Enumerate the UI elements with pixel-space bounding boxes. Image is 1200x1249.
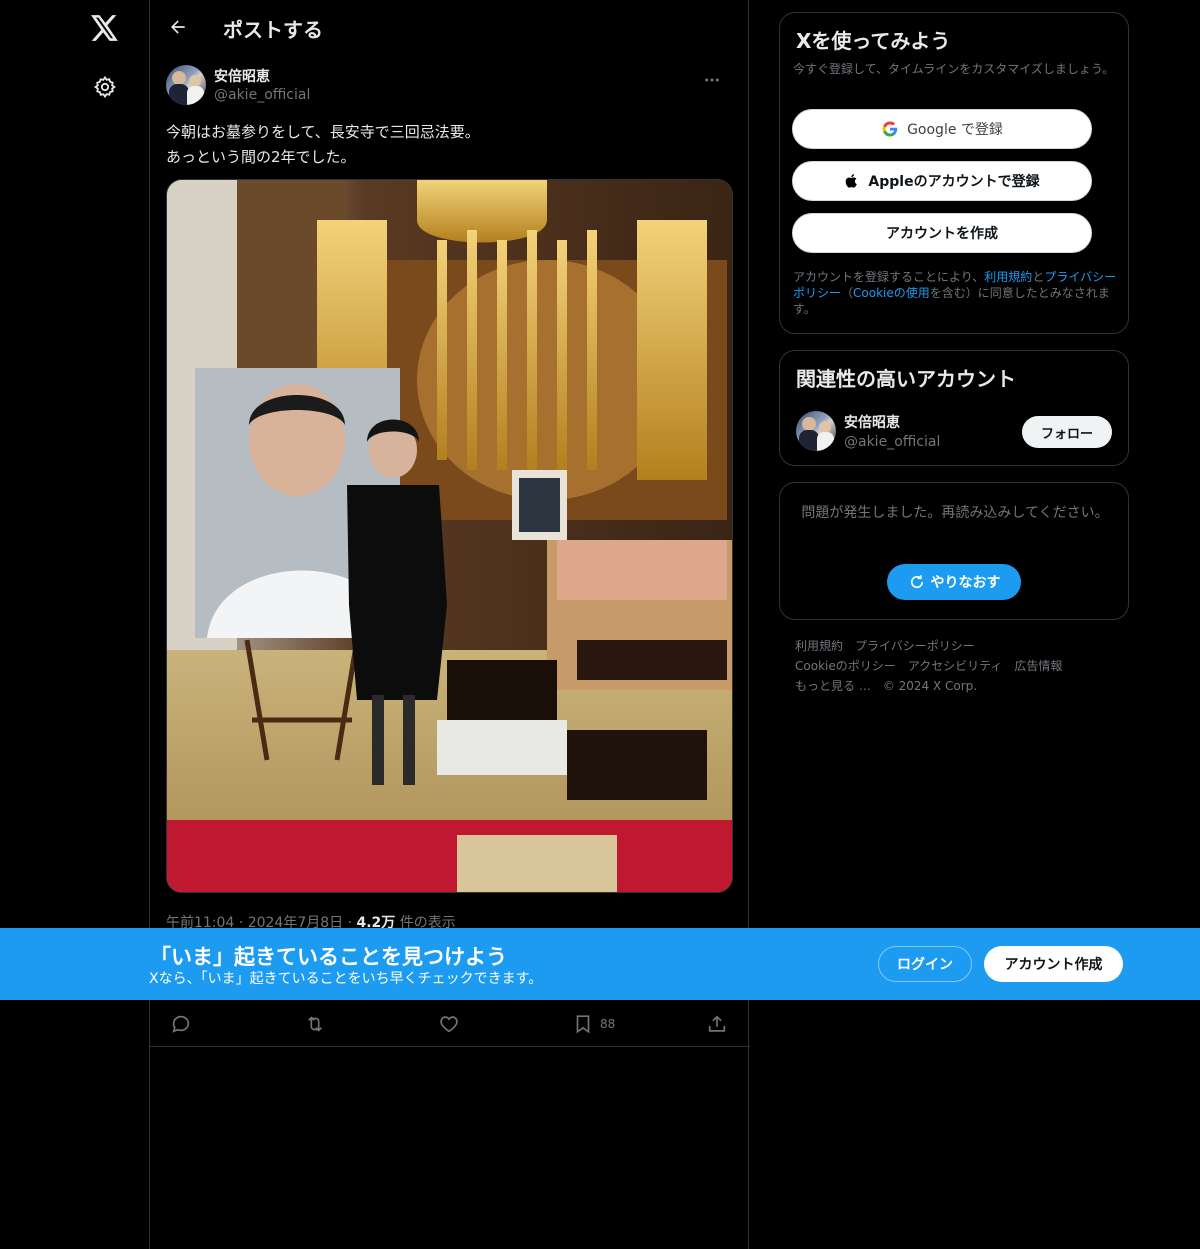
- sidebar-footer: 利用規約 プライバシーポリシー Cookieのポリシー アクセシビリティ 広告情報 も…: [795, 636, 1115, 696]
- repost-icon[interactable]: [304, 1013, 326, 1035]
- banner-headline: 「いま」起きていることを見つけよう: [150, 945, 507, 969]
- terms-link[interactable]: 利用規約: [984, 270, 1032, 284]
- avatar[interactable]: [166, 65, 206, 105]
- google-signup-label: Google で登録: [907, 122, 1003, 138]
- post-text: 今朝はお墓参りをして、長安寺で三回忌法要。 あっという間の2年でした。: [166, 123, 480, 166]
- left-nav: [0, 0, 150, 1249]
- footer-link-more[interactable]: もっと見る …: [795, 679, 871, 693]
- related-account-name[interactable]: 安倍昭恵: [844, 412, 900, 432]
- banner-subline: Xなら、「いま」起きていることをいち早くチェックできます。: [149, 971, 543, 987]
- related-accounts-card: 関連性の高いアカウント 安倍昭恵 @akie_official フォロー: [779, 350, 1129, 466]
- share-icon[interactable]: [706, 1013, 728, 1035]
- main-column: ポストする 安倍昭恵 @akie_official 今朝はお墓参りをして、長安寺…: [149, 0, 750, 1249]
- login-button[interactable]: ログイン: [878, 946, 972, 982]
- bookmark-icon: [572, 1013, 594, 1035]
- x-logo-icon[interactable]: [87, 10, 123, 46]
- signup-button[interactable]: アカウント作成: [984, 946, 1123, 982]
- footer-link-privacy[interactable]: プライバシーポリシー: [855, 639, 975, 653]
- footer-link-terms[interactable]: 利用規約: [795, 639, 843, 653]
- retry-button[interactable]: やりなおす: [887, 564, 1021, 600]
- signup-card-title: Xを使ってみよう: [796, 29, 951, 53]
- retry-label: やりなおす: [930, 575, 1001, 591]
- heart-icon[interactable]: [438, 1013, 460, 1035]
- google-icon: [881, 120, 899, 138]
- legal-and: と: [1032, 270, 1045, 284]
- page-title: ポストする: [223, 18, 323, 42]
- reply-icon[interactable]: [170, 1013, 192, 1035]
- create-account-button[interactable]: アカウントを作成: [792, 213, 1092, 253]
- apple-signup-button[interactable]: Appleのアカウントで登録: [792, 161, 1092, 201]
- cookie-link[interactable]: Cookieの使用: [853, 286, 930, 300]
- google-signup-button[interactable]: Google で登録: [792, 109, 1092, 149]
- signup-card-subtitle: 今すぐ登録して、タイムラインをカスタマイズしましょう。: [793, 62, 1115, 76]
- author-name[interactable]: 安倍昭恵: [214, 66, 270, 86]
- post-author: 安倍昭恵 @akie_official: [166, 64, 734, 108]
- more-dots-icon[interactable]: [700, 68, 724, 92]
- legal-mid: （: [841, 286, 854, 300]
- error-message: 問題が発生しました。再読み込みしてください。: [801, 505, 1109, 521]
- error-card: 問題が発生しました。再読み込みしてください。 やりなおす: [779, 482, 1129, 620]
- page-header: ポストする: [150, 0, 750, 54]
- bookmark-count: 88: [600, 1017, 616, 1031]
- legal-prefix: アカウントを登録することにより、: [793, 270, 985, 284]
- related-card-title: 関連性の高いアカウント: [796, 367, 1016, 391]
- refresh-icon: [908, 573, 926, 591]
- footer-copyright: © 2024 X Corp.: [882, 679, 978, 693]
- footer-link-cookie[interactable]: Cookieのポリシー: [795, 659, 896, 673]
- post-photo[interactable]: [166, 179, 733, 893]
- arrow-left-icon[interactable]: [164, 13, 192, 41]
- bookmark-button[interactable]: 88: [572, 1013, 615, 1035]
- signup-banner: 「いま」起きていることを見つけよう Xなら、「いま」起きていることをいち早くチェ…: [0, 928, 1200, 1000]
- footer-link-ads[interactable]: 広告情報: [1014, 659, 1062, 673]
- related-account-handle[interactable]: @akie_official: [844, 434, 940, 450]
- apple-icon: [844, 172, 860, 190]
- author-handle[interactable]: @akie_official: [214, 87, 310, 103]
- signup-card: Xを使ってみよう 今すぐ登録して、タイムラインをカスタマイズしましょう。 Goo…: [779, 12, 1129, 334]
- signup-legal-text: アカウントを登録することにより、利用規約とプライバシーポリシー（Cookieの使…: [793, 269, 1121, 317]
- footer-link-accessibility[interactable]: アクセシビリティ: [908, 659, 1003, 673]
- apple-signup-label: Appleのアカウントで登録: [868, 174, 1040, 190]
- gear-icon[interactable]: [91, 73, 119, 101]
- post-actions: 88: [150, 1001, 750, 1047]
- avatar[interactable]: [796, 411, 836, 451]
- follow-button[interactable]: フォロー: [1022, 416, 1112, 448]
